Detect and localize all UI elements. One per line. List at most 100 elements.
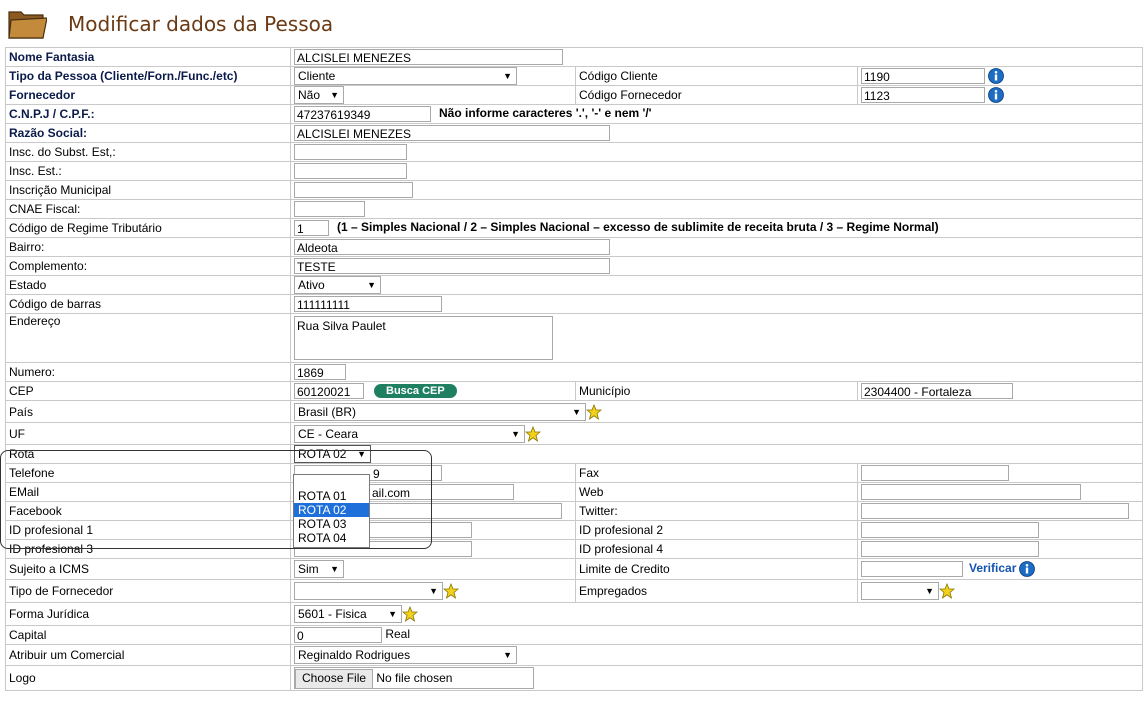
endereco-textarea[interactable]: Rua Silva Paulet <box>294 316 553 360</box>
numero-input[interactable]: 1869 <box>294 364 346 380</box>
row-fornecedor: Fornecedor Não ▼ Código Fornecedor 1123 <box>5 85 1143 105</box>
label-forma-juridica: Forma Jurídica <box>5 602 291 626</box>
row-nome-fantasia: Nome Fantasia ALCISLEI MENEZES <box>5 47 1143 67</box>
id-prof-2-input[interactable] <box>861 522 1039 538</box>
limite-credito-input[interactable] <box>861 561 963 577</box>
twitter-input[interactable] <box>861 503 1129 519</box>
label-icms: Sujeito a ICMS <box>5 558 291 580</box>
tipo-pessoa-select[interactable]: Cliente ▼ <box>294 67 517 85</box>
label-insc-est: Insc. Est.: <box>5 161 291 181</box>
label-web: Web <box>575 482 858 502</box>
regime-input[interactable]: 1 <box>294 220 329 236</box>
fornecedor-value: Não <box>298 88 321 102</box>
chevron-down-icon: ▼ <box>357 449 366 459</box>
cep-input[interactable]: 60120021 <box>294 383 364 399</box>
codigo-barras-input[interactable]: 111111111 <box>294 296 442 312</box>
insc-est-input[interactable] <box>294 163 407 179</box>
complemento-input[interactable]: TESTE <box>294 258 610 274</box>
label-twitter: Twitter: <box>575 501 858 521</box>
rota-dropdown-list[interactable]: ROTA 01 ROTA 02 ROTA 03 ROTA 04 <box>293 474 370 548</box>
cnae-input[interactable] <box>294 201 365 217</box>
label-codigo-fornecedor: Código Fornecedor <box>575 85 858 105</box>
uf-select[interactable]: CE - Ceara ▼ <box>294 424 525 443</box>
pais-select[interactable]: Brasil (BR) ▼ <box>294 402 586 421</box>
row-forma-juridica: Forma Jurídica 5601 - Fisica ▼ <box>5 602 1143 626</box>
row-email: EMail ail.com Web <box>5 482 1143 502</box>
rota-option[interactable]: ROTA 04 <box>294 531 369 545</box>
codigo-fornecedor-input[interactable]: 1123 <box>861 87 985 103</box>
label-facebook: Facebook <box>5 501 291 521</box>
codigo-cliente-input[interactable]: 1190 <box>861 68 985 84</box>
row-tipo-fornecedor: Tipo de Fornecedor ▼ Empregados ▼ <box>5 579 1143 603</box>
chevron-down-icon: ▼ <box>330 90 339 100</box>
star-icon[interactable] <box>402 606 418 622</box>
rota-value: ROTA 02 <box>298 447 347 461</box>
row-facebook: Facebook Twitter: <box>5 501 1143 521</box>
fornecedor-select[interactable]: Não ▼ <box>294 86 344 104</box>
id-prof-4-input[interactable] <box>861 541 1039 557</box>
chevron-down-icon: ▼ <box>330 564 339 574</box>
label-regime: Código de Regime Tributário <box>5 218 291 238</box>
bairro-input[interactable]: Aldeota <box>294 239 610 255</box>
rota-option[interactable]: ROTA 01 <box>294 489 369 503</box>
label-uf: UF <box>5 422 291 445</box>
label-bairro: Bairro: <box>5 237 291 257</box>
label-comercial: Atribuir um Comercial <box>5 644 291 666</box>
municipio-input[interactable]: 2304400 - Fortaleza <box>861 383 1013 399</box>
row-id-prof-3: ID profesional 3 ID profesional 4 <box>5 539 1143 559</box>
razao-social-input[interactable]: ALCISLEI MENEZES <box>294 125 610 141</box>
star-icon[interactable] <box>443 583 459 599</box>
label-numero: Numero: <box>5 362 291 382</box>
label-insc-subst: Insc. do Subst. Est,: <box>5 142 291 162</box>
fax-input[interactable] <box>861 465 1009 481</box>
rota-option-selected[interactable]: ROTA 02 <box>294 503 369 517</box>
rota-select[interactable]: ROTA 02 ▼ <box>294 445 371 463</box>
row-logo: Logo Choose File No file chosen <box>5 665 1143 691</box>
tipo-fornecedor-select[interactable]: ▼ <box>294 582 443 600</box>
chevron-down-icon: ▼ <box>388 609 397 619</box>
row-icms: Sujeito a ICMS Sim ▼ Limite de Credito Ve… <box>5 558 1143 580</box>
row-complemento: Complemento: TESTE <box>5 256 1143 276</box>
forma-juridica-select[interactable]: 5601 - Fisica ▼ <box>294 605 402 623</box>
row-uf: UF CE - Ceara ▼ <box>5 422 1143 445</box>
chevron-down-icon: ▼ <box>572 406 581 417</box>
label-municipio: Município <box>575 381 858 401</box>
label-empregados: Empregados <box>575 579 858 603</box>
row-codigo-barras: Código de barras 111111111 <box>5 294 1143 314</box>
busca-cep-button[interactable]: Busca CEP <box>374 384 457 398</box>
info-icon[interactable] <box>988 87 1004 103</box>
label-pais: País <box>5 400 291 423</box>
star-icon[interactable] <box>939 583 955 599</box>
cnpj-input[interactable]: 47237619349 <box>294 106 431 122</box>
star-icon[interactable] <box>586 404 602 420</box>
forma-juridica-value: 5601 - Fisica <box>298 607 367 621</box>
row-cnpj: C.N.P.J / C.P.F.: 47237619349 Não informe… <box>5 104 1143 124</box>
insc-subst-input[interactable] <box>294 144 407 160</box>
logo-file-input[interactable]: Choose File No file chosen <box>294 667 534 689</box>
verificar-link[interactable]: Verificar <box>969 561 1016 575</box>
nome-fantasia-input[interactable]: ALCISLEI MENEZES <box>294 49 563 65</box>
row-insc-subst: Insc. do Subst. Est,: <box>5 142 1143 162</box>
label-tipo-pessoa: Tipo da Pessoa (Cliente/Forn./Func./etc) <box>5 66 291 86</box>
row-id-prof-1: ID profesional 1 ID profesional 2 <box>5 520 1143 540</box>
rota-option[interactable]: ROTA 03 <box>294 517 369 531</box>
insc-municipal-input[interactable] <box>294 182 413 198</box>
chevron-down-icon: ▼ <box>503 650 512 660</box>
comercial-select[interactable]: Reginaldo Rodrigues ▼ <box>294 646 517 664</box>
page-header: Modificar dados da Pessoa <box>0 0 1147 46</box>
label-id-prof-1: ID profesional 1 <box>5 520 291 540</box>
web-input[interactable] <box>861 484 1081 500</box>
label-endereco: Endereço <box>5 313 291 363</box>
star-icon[interactable] <box>525 426 541 442</box>
info-icon[interactable] <box>988 68 1004 84</box>
icms-select[interactable]: Sim ▼ <box>294 560 344 578</box>
capital-input[interactable]: 0 <box>294 627 382 643</box>
info-icon[interactable] <box>1019 561 1035 577</box>
cnpj-hint: Não informe caracteres '.', '-' e nem '/… <box>439 106 652 121</box>
label-razao-social: Razão Social: <box>5 123 291 143</box>
row-insc-municipal: Inscrição Municipal <box>5 180 1143 200</box>
estado-select[interactable]: Ativo ▼ <box>294 276 381 294</box>
choose-file-button[interactable]: Choose File <box>295 668 374 688</box>
chevron-down-icon: ▼ <box>367 280 376 290</box>
empregados-select[interactable]: ▼ <box>861 582 939 600</box>
